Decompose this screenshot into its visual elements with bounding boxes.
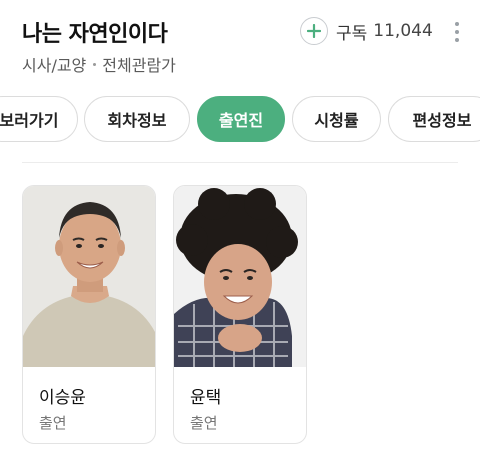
subscribe-label: 구독 [336,23,368,44]
tab-schedule[interactable]: 편성정보 [388,96,480,142]
cast-role: 출연 [190,414,218,432]
cast-name: 이승윤 [39,388,86,408]
subscribe-button[interactable]: 구독 11,044 [300,17,433,45]
genre-label: 시사/교양 [22,56,87,75]
section-divider [22,162,458,163]
cast-name: 윤택 [190,388,222,408]
subscriber-count: 11,044 [373,21,433,41]
tab-ratings[interactable]: 시청률 [292,96,381,142]
program-title[interactable]: 나는 자연인이다 [22,16,168,48]
more-vertical-icon[interactable] [451,20,463,44]
cast-card[interactable]: 윤택 출연 [173,185,307,444]
tab-watch[interactable]: 보러가기 [0,96,78,142]
cast-card[interactable]: 이승윤 출연 [22,185,156,444]
program-meta: 시사/교양 전체관람가 [22,52,176,76]
program-header: 나는 자연인이다 시사/교양 전체관람가 구독 11,044 [0,0,480,90]
tab-cast[interactable]: 출연진 [197,96,285,142]
tab-episodes[interactable]: 회차정보 [84,96,190,142]
plus-circle-icon[interactable] [300,17,328,45]
separator-dot [93,63,97,66]
cast-photo [174,186,306,367]
tab-bar: 보러가기 회차정보 출연진 시청률 편성정보 [0,96,480,144]
cast-photo [23,186,155,367]
cast-role: 출연 [39,414,67,432]
rating-label: 전체관람가 [102,56,176,75]
